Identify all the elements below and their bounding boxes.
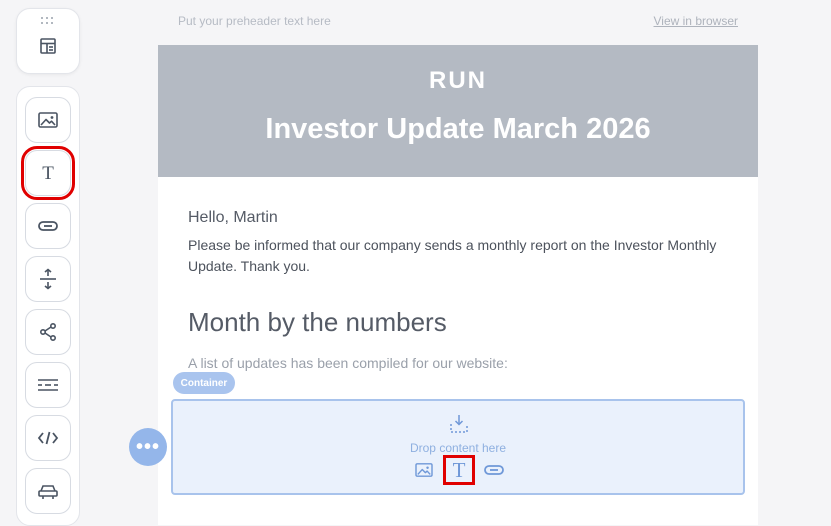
drag-handle-icon[interactable] xyxy=(41,17,57,25)
tool-button-button[interactable] xyxy=(25,203,71,249)
text-icon: T xyxy=(42,163,54,183)
drop-content-text: Drop content here xyxy=(409,441,507,455)
sidebar-content-panel: T xyxy=(16,86,80,526)
section-paragraph[interactable]: A list of updates has been compiled for … xyxy=(188,355,508,371)
tool-spacer-button[interactable] xyxy=(25,256,71,302)
greeting-text[interactable]: Hello, Martin xyxy=(188,209,278,227)
button-icon xyxy=(38,221,58,231)
drop-button-button[interactable] xyxy=(481,458,507,482)
drop-content-icon xyxy=(450,415,468,433)
brand-logo: RUN xyxy=(429,67,487,94)
svg-text:T: T xyxy=(42,163,54,183)
container-badge[interactable]: Container xyxy=(173,372,235,394)
image-icon xyxy=(38,112,58,128)
tool-html-button[interactable] xyxy=(25,415,71,461)
drop-image-button[interactable] xyxy=(411,458,437,482)
section-heading[interactable]: Month by the numbers xyxy=(188,307,447,338)
drop-text-button[interactable]: T xyxy=(443,455,475,485)
divider-icon xyxy=(38,379,58,391)
more-options-button[interactable]: ••• xyxy=(129,428,167,466)
share-icon xyxy=(39,322,57,342)
code-icon xyxy=(37,431,59,445)
preheader-placeholder[interactable]: Put your preheader text here xyxy=(178,14,331,28)
spacer-icon xyxy=(40,268,56,290)
menu-icon xyxy=(38,485,58,499)
svg-text:T: T xyxy=(453,460,466,480)
container-drop-zone[interactable]: Drop content here T xyxy=(171,399,745,495)
tool-menu-button[interactable] xyxy=(25,468,71,514)
tool-image-button[interactable] xyxy=(25,97,71,143)
tool-social-button[interactable] xyxy=(25,309,71,355)
email-header-banner[interactable]: RUN Investor Update March 2026 xyxy=(158,45,758,177)
tool-divider-button[interactable] xyxy=(25,362,71,408)
intro-paragraph[interactable]: Please be informed that our company send… xyxy=(188,235,728,277)
more-icon: ••• xyxy=(135,436,160,458)
email-title: Investor Update March 2026 xyxy=(265,113,651,145)
sidebar-structure-panel xyxy=(16,8,80,74)
blocks-icon[interactable] xyxy=(35,33,61,59)
button-icon xyxy=(484,465,504,475)
text-icon: T xyxy=(453,460,466,480)
image-icon xyxy=(415,463,433,477)
view-in-browser-link[interactable]: View in browser xyxy=(654,14,738,28)
tool-text-button[interactable]: T xyxy=(21,146,75,200)
